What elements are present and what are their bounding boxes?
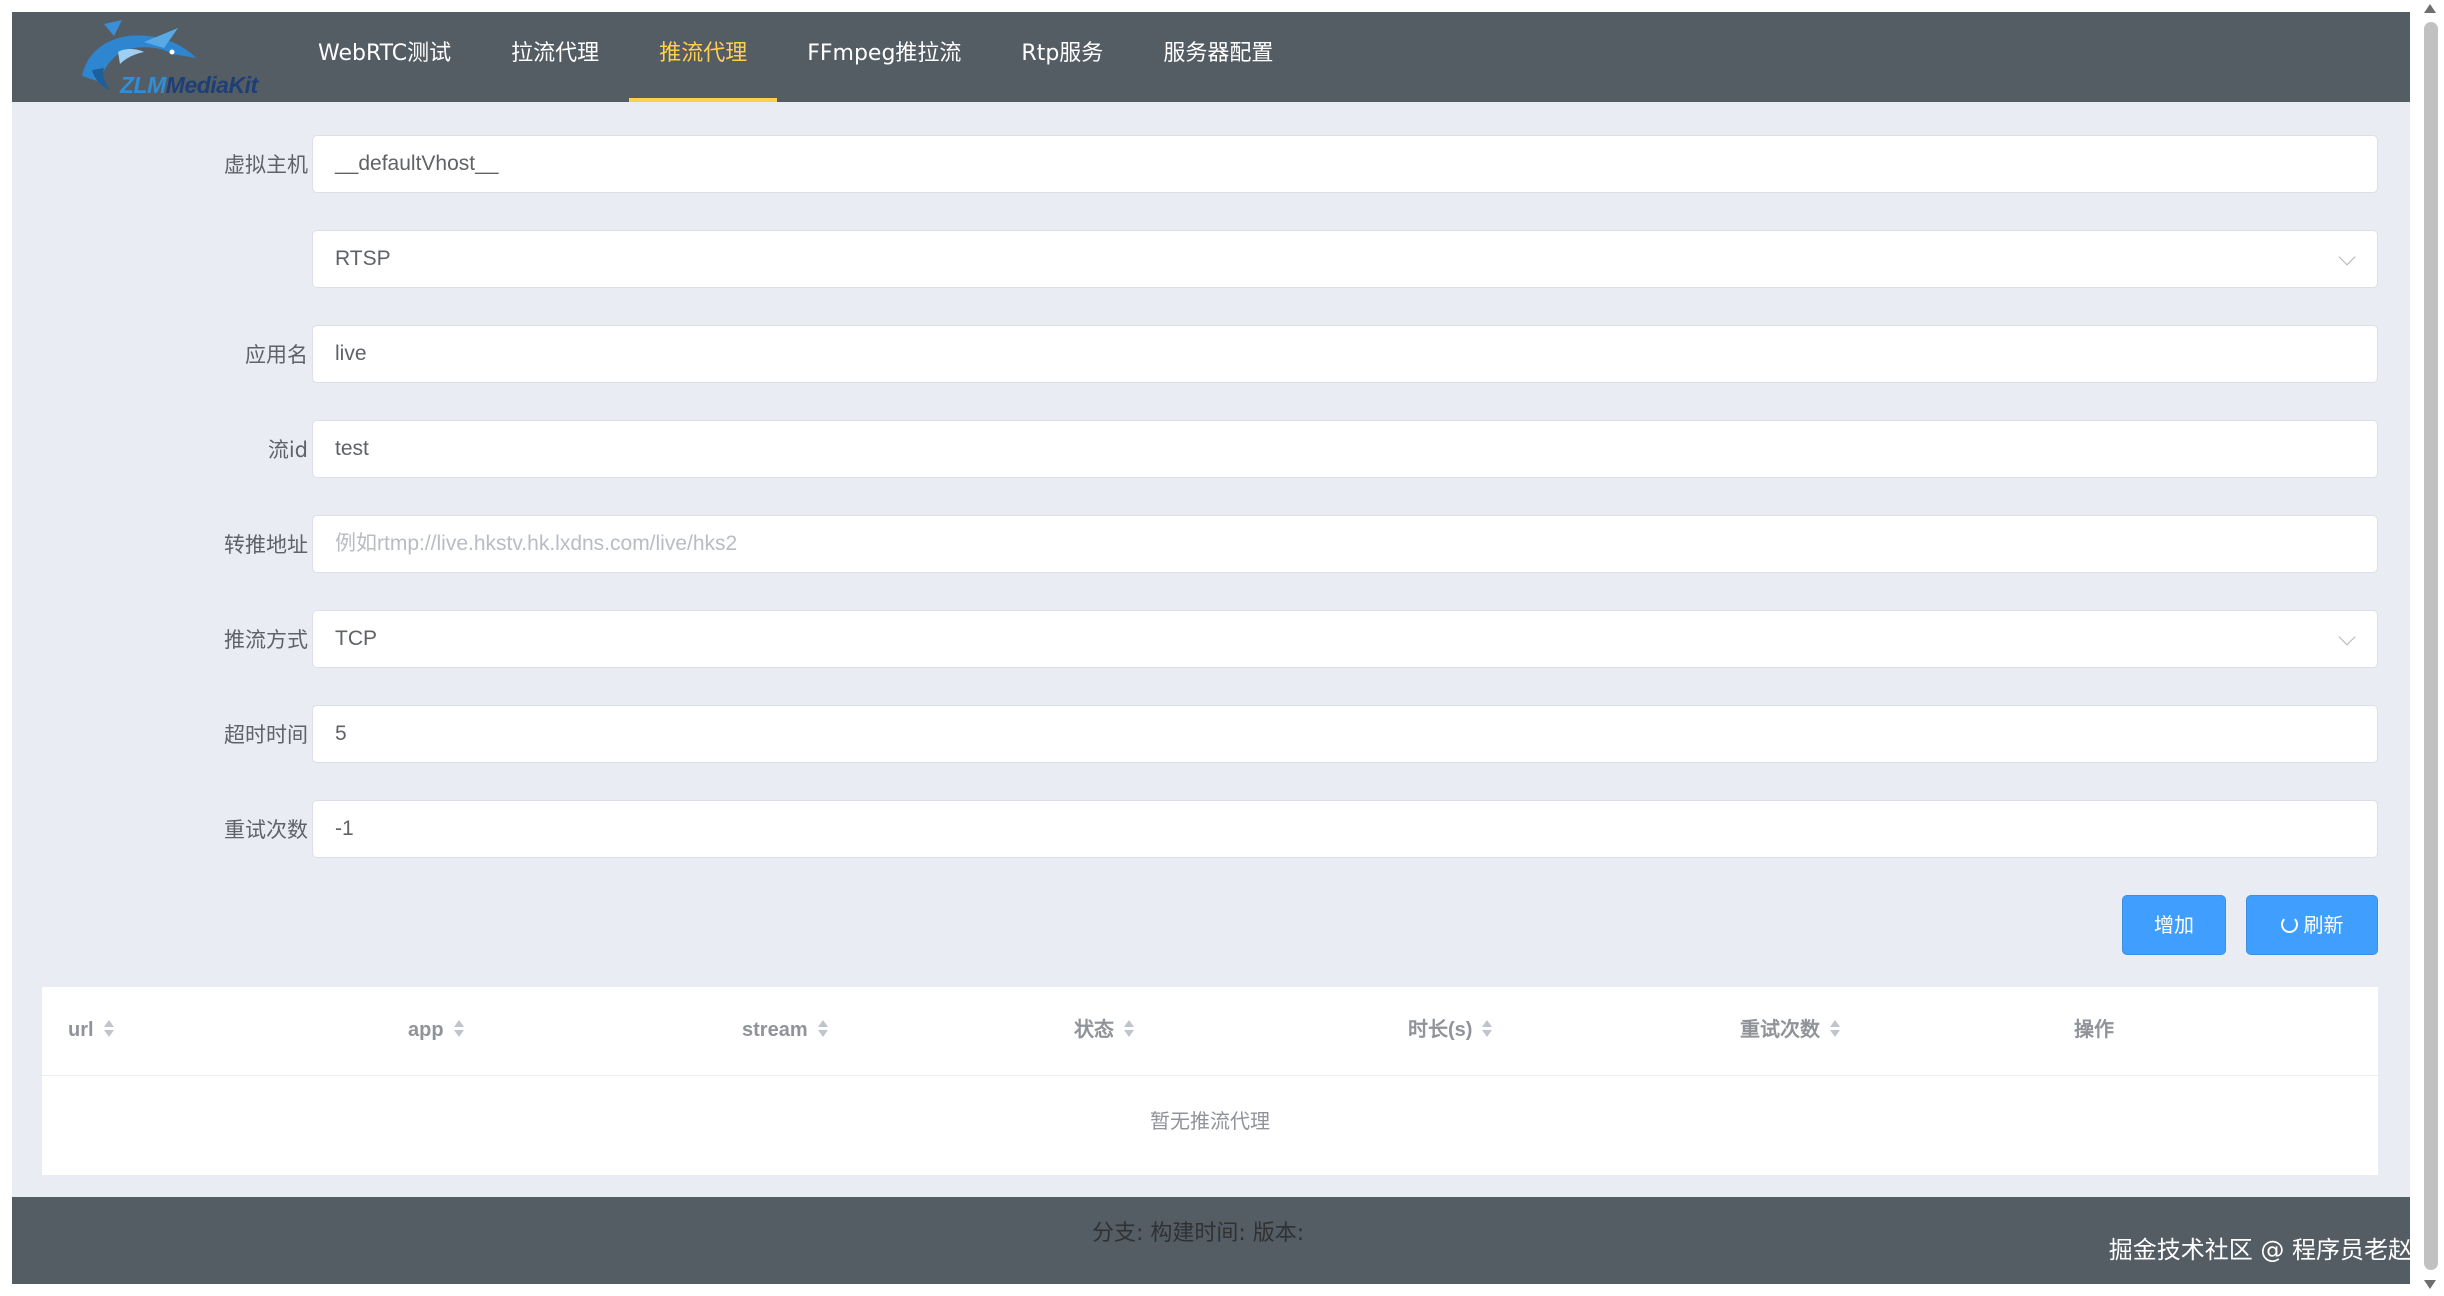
rtp-type-select-value: TCP: [335, 627, 377, 650]
footer: 分支: 构建时间: 版本:: [12, 1197, 2410, 1284]
form-row-app: 应用名 live: [12, 325, 2410, 385]
form-row-vhost: 虚拟主机 __defaultVhost__: [12, 135, 2410, 195]
column-header-stream[interactable]: stream: [742, 987, 830, 1075]
scroll-up-arrow-icon[interactable]: [2424, 4, 2436, 13]
dst-url-input[interactable]: 例如rtmp://live.hkstv.hk.lxdns.com/live/hk…: [312, 515, 2378, 573]
sort-icon[interactable]: [452, 1019, 466, 1039]
nav-rtp-service[interactable]: Rtp服务: [991, 12, 1133, 102]
column-header-url[interactable]: url: [68, 987, 116, 1075]
refresh-button[interactable]: 刷新: [2246, 895, 2378, 955]
credit-watermark: 掘金技术社区 @ 程序员老赵: [2108, 1236, 2412, 1264]
sort-icon[interactable]: [102, 1019, 116, 1039]
zlmediakit-logo[interactable]: ZLMMediaKit: [74, 18, 258, 98]
column-header-actions: 操作: [2074, 1019, 2114, 1041]
nav-server-config[interactable]: 服务器配置: [1133, 12, 1303, 102]
sort-icon[interactable]: [1480, 1019, 1494, 1039]
nav-ffmpeg-proxy[interactable]: FFmpeg推拉流: [777, 12, 991, 102]
add-button[interactable]: 增加: [2122, 895, 2226, 955]
app-window: ZLMMediaKit WebRTC测试 拉流代理 推流代理 FFmpeg推拉流…: [12, 12, 2410, 1284]
form-row-timeout: 超时时间 5: [12, 705, 2410, 765]
table-header: url app stream 状态 时长(s) 重试次数 操作: [42, 987, 2378, 1076]
timeout-input[interactable]: 5: [312, 705, 2378, 763]
form-row-rtp-type: 推流方式 TCP: [12, 610, 2410, 670]
app-label: 应用名: [245, 343, 308, 367]
nav-push-proxy[interactable]: 推流代理: [629, 12, 778, 102]
rtp-type-select[interactable]: TCP: [312, 610, 2378, 668]
push-proxy-table: url app stream 状态 时长(s) 重试次数 操作 暂无推流代理: [42, 987, 2378, 1175]
vhost-input[interactable]: __defaultVhost__: [312, 135, 2378, 193]
form-row-retry: 重试次数 -1: [12, 800, 2410, 860]
refresh-icon: [2280, 916, 2298, 933]
scroll-down-arrow-icon[interactable]: [2424, 1280, 2436, 1289]
chevron-down-icon: [2338, 248, 2356, 266]
refresh-button-label: 刷新: [2303, 913, 2344, 937]
timeout-label: 超时时间: [224, 723, 308, 747]
column-header-app[interactable]: app: [408, 987, 466, 1075]
form-row-schema: RTSP: [12, 230, 2410, 290]
rtp-type-label: 推流方式: [224, 628, 308, 652]
nav-webrtc-test[interactable]: WebRTC测试: [288, 12, 481, 102]
main-nav: WebRTC测试 拉流代理 推流代理 FFmpeg推拉流 Rtp服务 服务器配置: [288, 12, 1303, 102]
top-navbar: ZLMMediaKit WebRTC测试 拉流代理 推流代理 FFmpeg推拉流…: [12, 12, 2410, 102]
sort-icon[interactable]: [1122, 1019, 1136, 1039]
schema-select[interactable]: RTSP: [312, 230, 2378, 288]
sort-icon[interactable]: [1828, 1019, 1842, 1039]
footer-build-info: 分支: 构建时间: 版本:: [1092, 1221, 1305, 1246]
table-empty-text: 暂无推流代理: [1150, 1109, 1270, 1133]
dst-url-label: 转推地址: [224, 533, 308, 557]
form-row-stream: 流id test: [12, 420, 2410, 480]
logo-text: ZLMMediaKit: [120, 72, 258, 98]
retry-input[interactable]: -1: [312, 800, 2378, 858]
vhost-label: 虚拟主机: [224, 153, 308, 177]
app-input[interactable]: live: [312, 325, 2378, 383]
nav-pull-proxy[interactable]: 拉流代理: [481, 12, 629, 102]
column-header-status[interactable]: 状态: [1074, 987, 1136, 1075]
scrollbar-thumb[interactable]: [2424, 22, 2438, 1270]
schema-select-value: RTSP: [335, 247, 391, 270]
chevron-down-icon: [2338, 628, 2356, 646]
column-header-retry[interactable]: 重试次数: [1740, 987, 1842, 1075]
sort-icon[interactable]: [816, 1019, 830, 1039]
form-row-dst-url: 转推地址 例如rtmp://live.hkstv.hk.lxdns.com/li…: [12, 515, 2410, 575]
logo-text-m: M: [165, 72, 185, 98]
stream-label: 流id: [267, 438, 308, 462]
stream-input[interactable]: test: [312, 420, 2378, 478]
retry-label: 重试次数: [224, 818, 308, 842]
column-header-duration[interactable]: 时长(s): [1408, 987, 1494, 1075]
